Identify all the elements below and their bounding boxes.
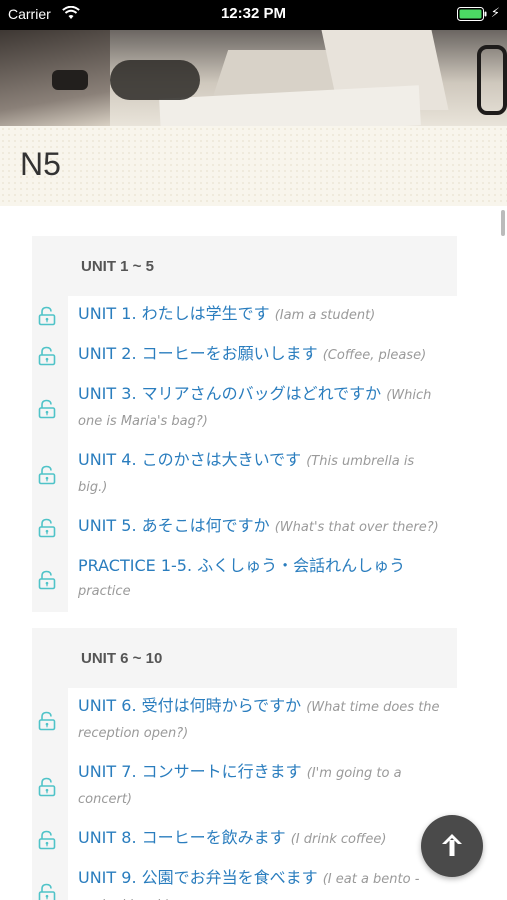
page-title: N5 — [20, 146, 61, 182]
battery-icon — [457, 7, 487, 21]
lesson-title: UNIT 2. コーヒーをお願いします — [78, 344, 318, 363]
lesson-link[interactable]: UNIT 1. わたしは学生です (Iam a student) — [38, 296, 457, 336]
lesson-title: PRACTICE 1-5. ふくしゅう・会話れんしゅう — [78, 556, 406, 575]
unlock-icon — [38, 399, 56, 419]
arrow-up-icon — [442, 834, 462, 856]
charging-bolt-icon: ⚡ — [490, 6, 500, 21]
lesson-title: UNIT 5. あそこは何ですか — [78, 516, 270, 535]
unlock-icon — [38, 465, 56, 485]
lesson-link[interactable]: UNIT 2. コーヒーをお願いします (Coffee, please) — [38, 336, 457, 376]
lesson-title: UNIT 3. マリアさんのバッグはどれですか — [78, 384, 382, 403]
unlock-icon — [38, 306, 56, 326]
lesson-title: UNIT 9. 公園でお弁当を食べます — [78, 868, 318, 887]
lesson-subtitle: practice — [78, 584, 131, 599]
content[interactable]: UNIT 1 ~ 5 UNIT 1. わたしは学生です (Iam a studen… — [0, 206, 507, 900]
lesson-title: UNIT 6. 受付は何時からですか — [78, 696, 302, 715]
lesson-link[interactable]: UNIT 3. マリアさんのバッグはどれですか (Which one is Ma… — [38, 376, 457, 442]
lesson-link[interactable]: UNIT 9. 公園でお弁当を食べます (I eat a bento - pac… — [38, 860, 457, 900]
unit-section-title: UNIT 1 ~ 5 — [81, 258, 154, 275]
scroll-to-top-button[interactable] — [421, 815, 483, 877]
lesson-subtitle: (I drink coffee) — [290, 832, 387, 847]
lesson-title: UNIT 8. コーヒーを飲みます — [78, 828, 286, 847]
unlock-icon — [38, 830, 56, 850]
unit-section-header: UNIT 6 ~ 10 — [32, 628, 457, 688]
unlock-icon — [38, 570, 56, 590]
unit-section-title: UNIT 6 ~ 10 — [81, 650, 163, 667]
lesson-link[interactable]: PRACTICE 1-5. ふくしゅう・会話れんしゅう practice — [38, 548, 457, 612]
unit-section-card: UNIT 1 ~ 5 UNIT 1. わたしは学生です (Iam a studen… — [32, 236, 457, 612]
lesson-subtitle: (Coffee, please) — [322, 348, 427, 363]
lesson-link[interactable]: UNIT 5. あそこは何ですか (What's that over there… — [38, 508, 457, 548]
unlock-icon — [38, 711, 56, 731]
scrollbar[interactable] — [501, 210, 505, 236]
unit-section-card: UNIT 6 ~ 10 UNIT 6. 受付は何時からですか (What time… — [32, 628, 457, 900]
clock: 12:32 PM — [220, 5, 287, 22]
unit-section-header: UNIT 1 ~ 5 — [32, 236, 457, 296]
lesson-subtitle: (Iam a student) — [274, 308, 376, 323]
lesson-link[interactable]: UNIT 6. 受付は何時からですか (What time does the r… — [38, 688, 457, 754]
lesson-list: UNIT 1. わたしは学生です (Iam a student) UNIT 2. … — [32, 296, 457, 612]
unlock-icon — [38, 777, 56, 797]
status-bar: Carrier 12:32 PM ⚡ — [0, 0, 507, 30]
header-banner-image — [0, 30, 507, 126]
unlock-icon — [38, 518, 56, 538]
lesson-link[interactable]: UNIT 7. コンサートに行きます (I'm going to a conce… — [38, 754, 457, 820]
unlock-icon — [38, 883, 56, 900]
lesson-title: UNIT 4. このかさは大きいです — [78, 450, 302, 469]
lesson-title: UNIT 7. コンサートに行きます — [78, 762, 302, 781]
lesson-link[interactable]: UNIT 8. コーヒーを飲みます (I drink coffee) — [38, 820, 457, 860]
unlock-icon — [38, 346, 56, 366]
lesson-link[interactable]: UNIT 4. このかさは大きいです (This umbrella is big… — [38, 442, 457, 508]
lesson-list: UNIT 6. 受付は何時からですか (What time does the r… — [32, 688, 457, 900]
lesson-subtitle: (What's that over there?) — [274, 520, 439, 535]
lesson-title: UNIT 1. わたしは学生です — [78, 304, 270, 323]
title-area: N5 — [0, 126, 507, 206]
